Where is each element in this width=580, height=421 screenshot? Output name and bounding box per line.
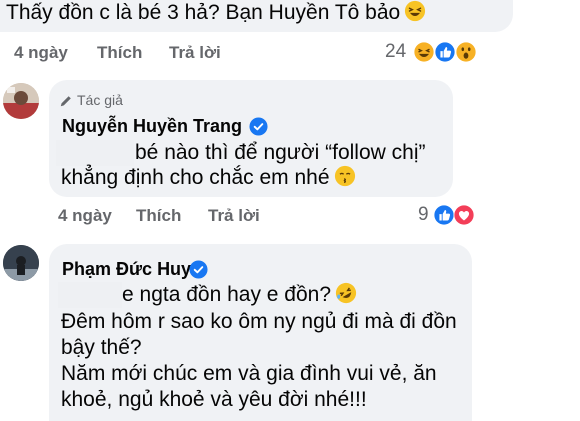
like-link[interactable]: Thích <box>136 206 181 226</box>
avatar[interactable] <box>3 83 39 119</box>
haha-reaction-icon[interactable] <box>413 41 435 63</box>
reply-link[interactable]: Trả lời <box>208 206 260 226</box>
comment-text-line: khoẻ, ngủ khoẻ và yêu đời nhé!!! <box>61 388 367 411</box>
author-badge: Tác giả <box>77 92 123 108</box>
like-link[interactable]: Thích <box>97 43 142 63</box>
commenter-name[interactable]: Phạm Đức Huy <box>62 259 191 280</box>
avatar[interactable] <box>3 245 39 281</box>
like-reaction-icon[interactable] <box>434 41 456 63</box>
avatar-photo-icon <box>3 245 39 281</box>
reaction-count[interactable]: 24 <box>385 41 406 63</box>
wow-reaction-icon[interactable] <box>455 41 477 63</box>
verified-badge-icon <box>249 117 268 136</box>
laughing-emoji-icon <box>405 0 426 22</box>
reaction-count[interactable]: 9 <box>418 204 429 226</box>
commenter-name[interactable]: Nguyễn Huyền Trang <box>62 116 242 137</box>
comment-text-line: khẳng định cho chắc em nhé <box>61 163 356 193</box>
comment-text: Thấy đồn c là bé 3 hả? Bạn Huyền Tô bảo <box>6 0 426 28</box>
comment-time: 4 ngày <box>58 206 112 225</box>
avatar-photo-icon <box>3 83 39 119</box>
pen-icon <box>60 96 71 107</box>
like-reaction-icon[interactable] <box>433 204 455 226</box>
comment-text-line: e ngta đồn hay e đồn? <box>122 280 357 310</box>
kissing-emoji-icon <box>334 165 355 187</box>
reply-link[interactable]: Trả lời <box>169 43 221 63</box>
love-reaction-icon[interactable] <box>453 204 475 226</box>
rofl-emoji-icon <box>335 282 357 304</box>
comment-time: 4 ngày <box>14 43 68 62</box>
redacted-text <box>58 282 122 308</box>
verified-badge-icon <box>189 260 208 279</box>
